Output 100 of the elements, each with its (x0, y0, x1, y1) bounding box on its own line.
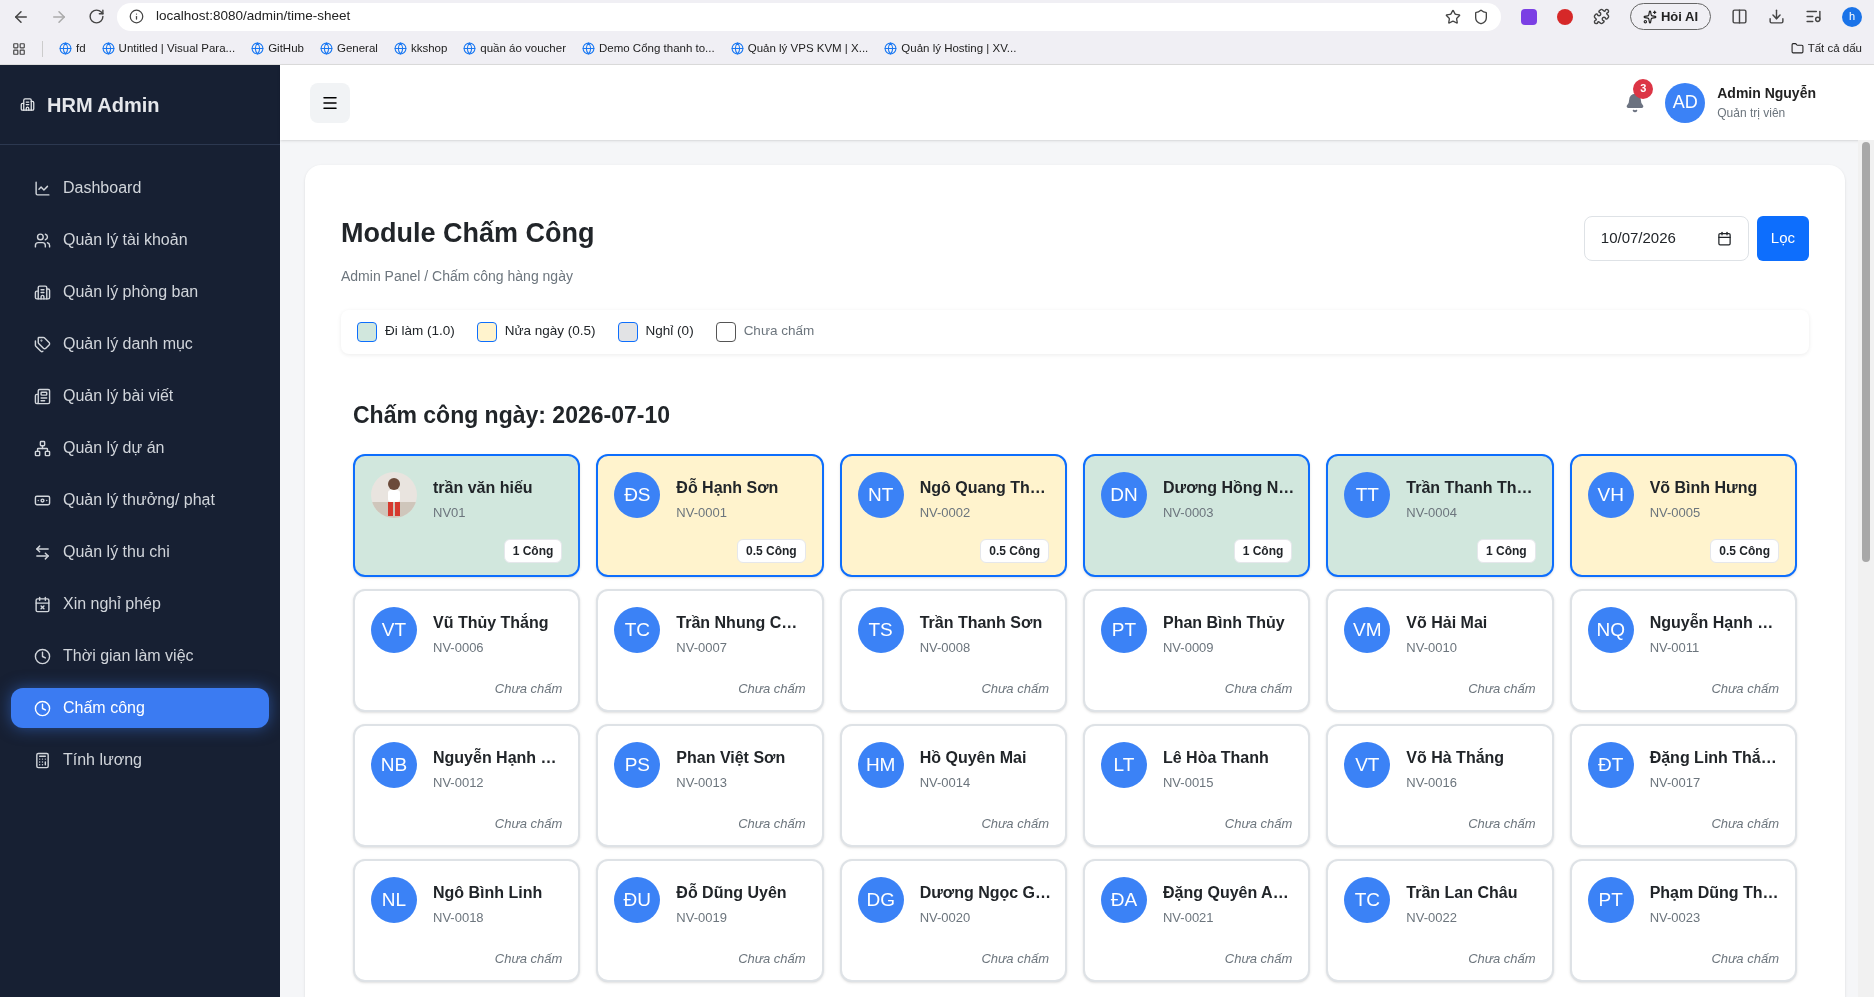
extensions-icon[interactable] (1592, 8, 1610, 25)
sidebar-item[interactable]: Quản lý bài viết (11, 376, 269, 416)
status-text: Chưa chấm (981, 814, 1049, 833)
bookmark[interactable]: fd (59, 39, 86, 58)
employee-card[interactable]: VH Võ Bình Hưng NV-0005 0.5 Công (1569, 454, 1797, 577)
sidebar-item[interactable]: Quản lý phòng ban (11, 272, 269, 312)
employee-card[interactable]: TC Trần Lan Châu NV-0022 Chưa chấm (1326, 859, 1554, 982)
notification-bell-icon[interactable] (1625, 92, 1646, 113)
bookmark[interactable]: Quản lý VPS KVM | X... (730, 39, 869, 58)
bookmark[interactable]: Quản lý Hosting | XV... (884, 39, 1017, 58)
employee-card[interactable]: VT Võ Hà Thắng NV-0016 Chưa chấm (1326, 724, 1554, 847)
legend-label: Nghỉ (0) (645, 322, 694, 341)
sidebar-item[interactable]: Quản lý tài khoản (11, 220, 269, 260)
bookmark[interactable]: Demo Cổng thanh to... (582, 39, 715, 58)
split-view-icon[interactable] (1731, 8, 1748, 25)
workday-badge: 1 Công (1233, 539, 1293, 563)
bookmark[interactable]: General (319, 39, 378, 58)
employee-card[interactable]: NT Ngô Quang Th… NV-0002 0.5 Công (839, 454, 1067, 577)
extension-icon[interactable] (1556, 8, 1573, 25)
employee-card[interactable]: VT Vũ Thủy Thắng NV-0006 Chưa chấm (353, 589, 581, 712)
employee-card[interactable]: ĐT Đặng Linh Thắ… NV-0017 Chưa chấm (1569, 724, 1797, 847)
avatar: PS (614, 742, 661, 788)
employee-name: Đỗ Dũng Uyên (676, 882, 787, 903)
employee-name: Phan Bình Thủy (1163, 613, 1285, 633)
site-info-icon[interactable] (129, 9, 144, 24)
sidebar-item[interactable]: Tính lương (11, 740, 269, 780)
status-text: Chưa chấm (1711, 679, 1779, 698)
employee-card[interactable]: TT Trần Thanh Th… NV-0004 1 Công (1326, 454, 1554, 577)
employee-card[interactable]: HM Hồ Quyên Mai NV-0014 Chưa chấm (839, 724, 1067, 847)
site-icon (251, 42, 265, 55)
employee-card[interactable]: NB Nguyễn Hạnh … NV-0012 Chưa chấm (353, 724, 581, 847)
sidebar-item[interactable]: Chấm công (11, 688, 269, 728)
bookmark[interactable]: Untitled | Visual Para... (101, 39, 236, 58)
employee-name: Trần Thanh Sơn (919, 613, 1043, 633)
bookmark-star-icon[interactable] (1444, 8, 1461, 25)
employee-card[interactable]: TC Trần Nhung C… NV-0007 Chưa chấm (596, 589, 824, 712)
employee-card[interactable]: ĐA Đặng Quyên A… NV-0021 Chưa chấm (1083, 859, 1311, 982)
employee-card[interactable]: LT Lê Hòa Thanh NV-0015 Chưa chấm (1083, 724, 1311, 847)
user-avatar[interactable]: AD (1665, 82, 1706, 123)
employee-code: NV-0023 (1649, 909, 1702, 927)
bookmark[interactable]: GitHub (251, 39, 304, 58)
employee-card[interactable]: DN Dương Hồng N… NV-0003 1 Công (1083, 454, 1311, 577)
profile-avatar[interactable]: h (1842, 6, 1862, 27)
employee-card[interactable]: trần văn hiếu NV01 1 Công (353, 454, 581, 577)
site-icon (582, 42, 595, 55)
employee-card[interactable]: PT Phạm Dũng Th… NV-0023 Chưa chấm (1569, 859, 1797, 982)
scrollbar[interactable] (1858, 140, 1874, 997)
address-bar[interactable]: localhost:8080/admin/time-sheet (117, 2, 1501, 31)
employee-code: NV-0011 (1649, 639, 1701, 657)
employee-card[interactable]: NQ Nguyễn Hạnh … NV-0011 Chưa chấm (1569, 589, 1797, 712)
employee-code: NV-0008 (919, 639, 972, 657)
reload-icon[interactable] (88, 8, 105, 25)
avatar: HM (857, 742, 904, 788)
employee-code: NV-0022 (1406, 909, 1458, 927)
employee-name: Võ Bình Hưng (1649, 478, 1758, 498)
employee-code: NV-0014 (919, 774, 972, 792)
date-field[interactable]: 10/07/2026 (1583, 216, 1749, 261)
sidebar-item[interactable]: Quản lý thu chi (11, 532, 269, 572)
avatar: VM (1344, 607, 1391, 653)
employee-card[interactable]: VM Võ Hải Mai NV-0010 Chưa chấm (1326, 589, 1554, 712)
shield-icon[interactable] (1472, 8, 1489, 25)
employee-card[interactable]: DG Dương Ngọc G… NV-0020 Chưa chấm (839, 859, 1067, 982)
sidebar-item[interactable]: Quản lý danh mục (11, 324, 269, 364)
media-icon[interactable] (1805, 8, 1822, 25)
folder-icon (1790, 42, 1804, 55)
sidebar-item[interactable]: Quản lý dự án (11, 428, 269, 468)
bookmark[interactable]: kkshop (393, 39, 448, 58)
menu-button[interactable] (310, 82, 350, 123)
employee-card[interactable]: PT Phan Bình Thủy NV-0009 Chưa chấm (1083, 589, 1311, 712)
status-text: Chưa chấm (1711, 814, 1779, 833)
sidebar-item[interactable]: Xin nghỉ phép (11, 584, 269, 624)
avatar: TC (1344, 877, 1391, 923)
apps-icon[interactable] (12, 41, 26, 56)
sidebar-item[interactable]: Dashboard (11, 168, 269, 208)
employee-card[interactable]: NL Ngô Bình Linh NV-0018 Chưa chấm (353, 859, 581, 982)
employee-card[interactable]: ĐU Đỗ Dũng Uyên NV-0019 Chưa chấm (596, 859, 824, 982)
avatar: VT (1344, 742, 1391, 788)
sidebar-item[interactable]: Thời gian làm việc (11, 636, 269, 676)
page-title: Module Chấm Công (341, 217, 595, 250)
employee-card[interactable]: ĐS Đỗ Hạnh Sơn NV-0001 0.5 Công (596, 454, 824, 577)
filter-button[interactable]: Lọc (1756, 216, 1809, 261)
all-bookmarks[interactable]: Tất cả dấu (1790, 39, 1862, 58)
employee-code: NV-0007 (676, 639, 728, 657)
workday-badge: 1 Công (503, 539, 563, 563)
avatar: VT (371, 607, 417, 653)
employee-code: NV-0001 (676, 504, 728, 522)
employee-code: NV-0021 (1163, 909, 1215, 927)
avatar: DG (857, 877, 904, 923)
employee-name: Trần Nhung C… (676, 613, 798, 633)
status-text: Chưa chấm (981, 949, 1049, 968)
employee-name: Trần Thanh Th… (1406, 478, 1533, 498)
bookmark[interactable]: quần áo voucher (463, 39, 566, 58)
employee-name: Đặng Linh Thắ… (1649, 747, 1777, 768)
employee-card[interactable]: PS Phan Việt Sơn NV-0013 Chưa chấm (596, 724, 824, 847)
avatar: ĐS (614, 472, 661, 518)
calendar-icon (1716, 231, 1732, 246)
download-icon[interactable] (1768, 8, 1785, 25)
extension-icon[interactable] (1520, 8, 1537, 25)
employee-card[interactable]: TS Trần Thanh Sơn NV-0008 Chưa chấm (839, 589, 1067, 712)
sidebar-item[interactable]: Quản lý thưởng/ phạt (11, 480, 269, 520)
